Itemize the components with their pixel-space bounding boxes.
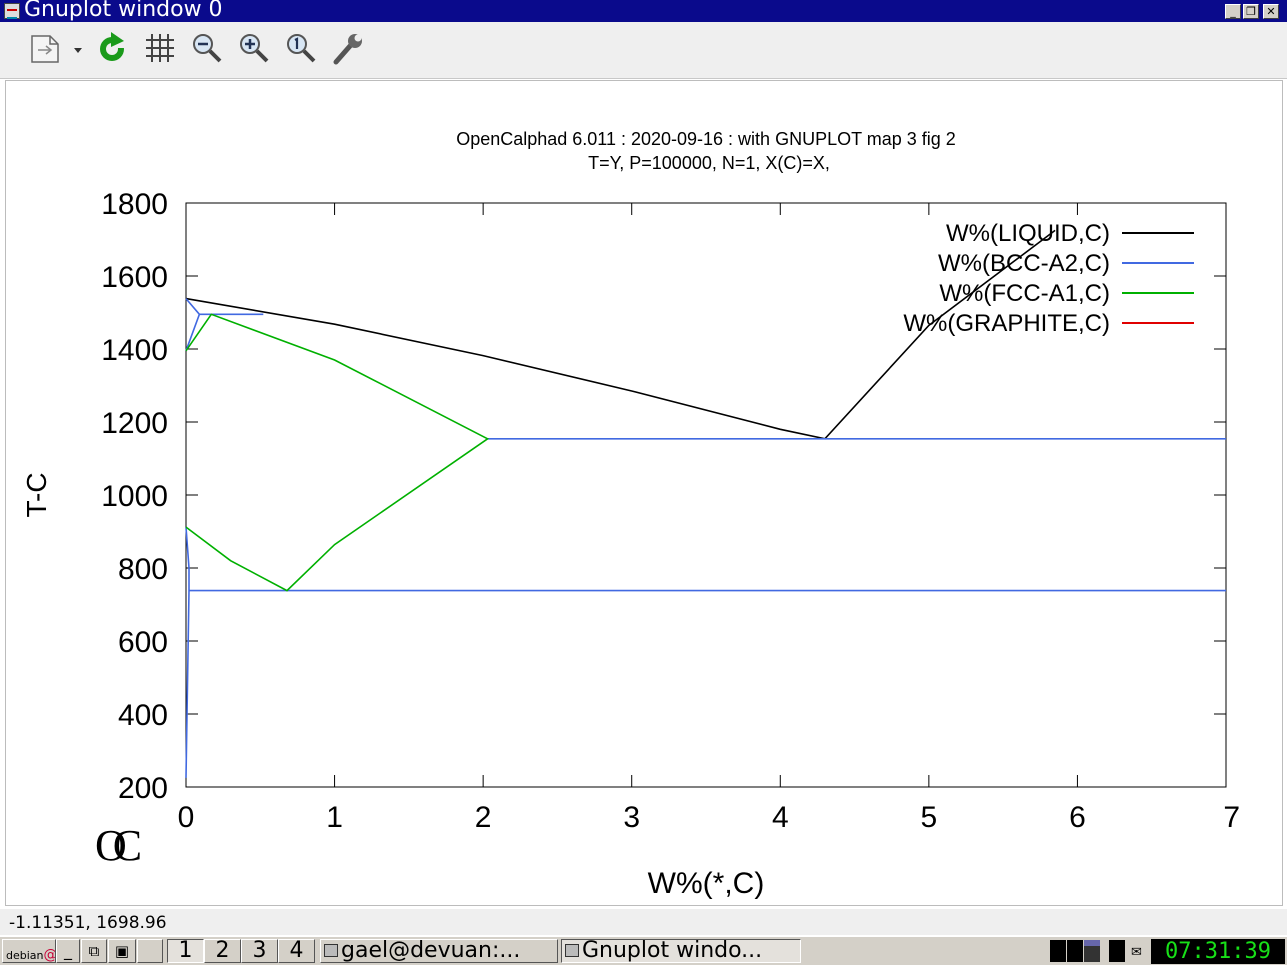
gnuplot-app-icon[interactable]	[4, 3, 20, 19]
gnuplot-task-icon	[565, 944, 579, 957]
x-tick-label: 3	[623, 801, 640, 834]
refresh-icon	[100, 32, 126, 61]
toolbar	[0, 22, 1287, 79]
task-gnuplot[interactable]: Gnuplot windo...	[561, 939, 801, 963]
show-desktop-button[interactable]: ▣	[108, 939, 136, 963]
mail-icon[interactable]: ✉	[1131, 945, 1142, 960]
cursor-coordinates: -1.11351, 1698.96	[9, 913, 167, 933]
zoom-fit-icon	[287, 34, 316, 63]
workspace-2[interactable]: 2	[204, 939, 241, 963]
series-line-2	[185, 313, 490, 592]
tray-pager-cell[interactable]	[1050, 940, 1066, 962]
settings-button[interactable]	[330, 30, 366, 66]
debian-logo: debian@	[6, 947, 55, 962]
zoom-out-icon	[193, 34, 222, 63]
y-tick-label: 800	[118, 553, 168, 586]
task-terminal[interactable]: gael@devuan:...	[320, 939, 558, 963]
y-tick-label: 1800	[101, 188, 168, 221]
terminal-icon	[324, 944, 338, 957]
y-tick-label: 1000	[101, 480, 168, 513]
taskbar: debian@ _ ⧉ ▣ 1 2 3 4 gael@devuan:... Gn…	[0, 936, 1287, 965]
phase-diagram[interactable]: OpenCalphad 6.011 : 2020-09-16 : with GN…	[6, 81, 1282, 905]
workspace-4[interactable]: 4	[278, 939, 315, 963]
x-tick-label: 6	[1069, 801, 1086, 834]
copy-icon	[31, 35, 82, 63]
zoom-fit-button[interactable]	[283, 30, 319, 66]
x-tick-label: 5	[921, 801, 938, 834]
x-tick-label: 0	[178, 801, 195, 834]
legend-label: W%(GRAPHITE,C)	[903, 310, 1110, 337]
chart-subtitle: T=Y, P=100000, N=1, X(C)=X,	[588, 153, 830, 173]
x-tick-label: 7	[1223, 801, 1240, 834]
chart-title: OpenCalphad 6.011 : 2020-09-16 : with GN…	[456, 129, 956, 149]
taskbar-spacer-button[interactable]	[137, 939, 163, 963]
y-tick-label: 1400	[101, 334, 168, 367]
y-axis-label: T-C	[21, 472, 52, 517]
workspace-1[interactable]: 1	[167, 939, 204, 963]
minimize-button[interactable]: _	[1225, 4, 1241, 19]
wrench-icon	[333, 34, 362, 65]
close-button[interactable]: ✕	[1263, 4, 1279, 19]
zoom-out-button[interactable]	[189, 30, 225, 66]
status-bar: -1.11351, 1698.96	[0, 909, 1287, 935]
restore-button[interactable]: ❐	[1243, 4, 1259, 19]
legend-label: W%(BCC-A2,C)	[938, 250, 1110, 277]
window-titlebar[interactable]: Gnuplot window 0 _ ❐ ✕	[0, 0, 1287, 22]
y-tick-label: 1200	[101, 407, 168, 440]
tray-pager-cell[interactable]	[1067, 940, 1083, 962]
legend-label: W%(FCC-A1,C)	[939, 280, 1110, 307]
minimize-all-button[interactable]: _	[56, 939, 80, 963]
plot-canvas[interactable]: OpenCalphad 6.011 : 2020-09-16 : with GN…	[5, 80, 1283, 906]
x-tick-label: 1	[326, 801, 343, 834]
grid-icon	[146, 34, 174, 62]
x-axis-label: W%(*,C)	[648, 867, 765, 900]
grid-button[interactable]	[142, 30, 178, 66]
replot-button[interactable]	[94, 30, 130, 66]
workspace-3[interactable]: 3	[241, 939, 278, 963]
x-tick-label: 2	[475, 801, 492, 834]
legend: W%(LIQUID,C) W%(BCC-A2,C) W%(FCC-A1,C) W%(G…	[903, 220, 1194, 337]
y-tick-label: 600	[118, 626, 168, 659]
zoom-in-button[interactable]	[236, 30, 272, 66]
start-menu-button[interactable]: debian@	[2, 939, 56, 963]
y-tick-label: 400	[118, 699, 168, 732]
clock: 07:31:39	[1151, 939, 1285, 964]
opencalphad-logo: OC	[95, 821, 140, 870]
tray-pager-cell[interactable]	[1109, 940, 1125, 962]
y-tick-label: 200	[118, 772, 168, 805]
series-line-1	[185, 298, 201, 352]
window-title: Gnuplot window 0	[24, 0, 223, 22]
window-list-button[interactable]: ⧉	[81, 939, 107, 963]
tray-pager-cell[interactable]	[1084, 940, 1100, 962]
y-tick-label: 1600	[101, 261, 168, 294]
zoom-in-icon	[240, 34, 269, 63]
legend-label: W%(LIQUID,C)	[946, 220, 1110, 247]
copy-export-button[interactable]	[28, 30, 88, 66]
x-tick-label: 4	[772, 801, 789, 834]
